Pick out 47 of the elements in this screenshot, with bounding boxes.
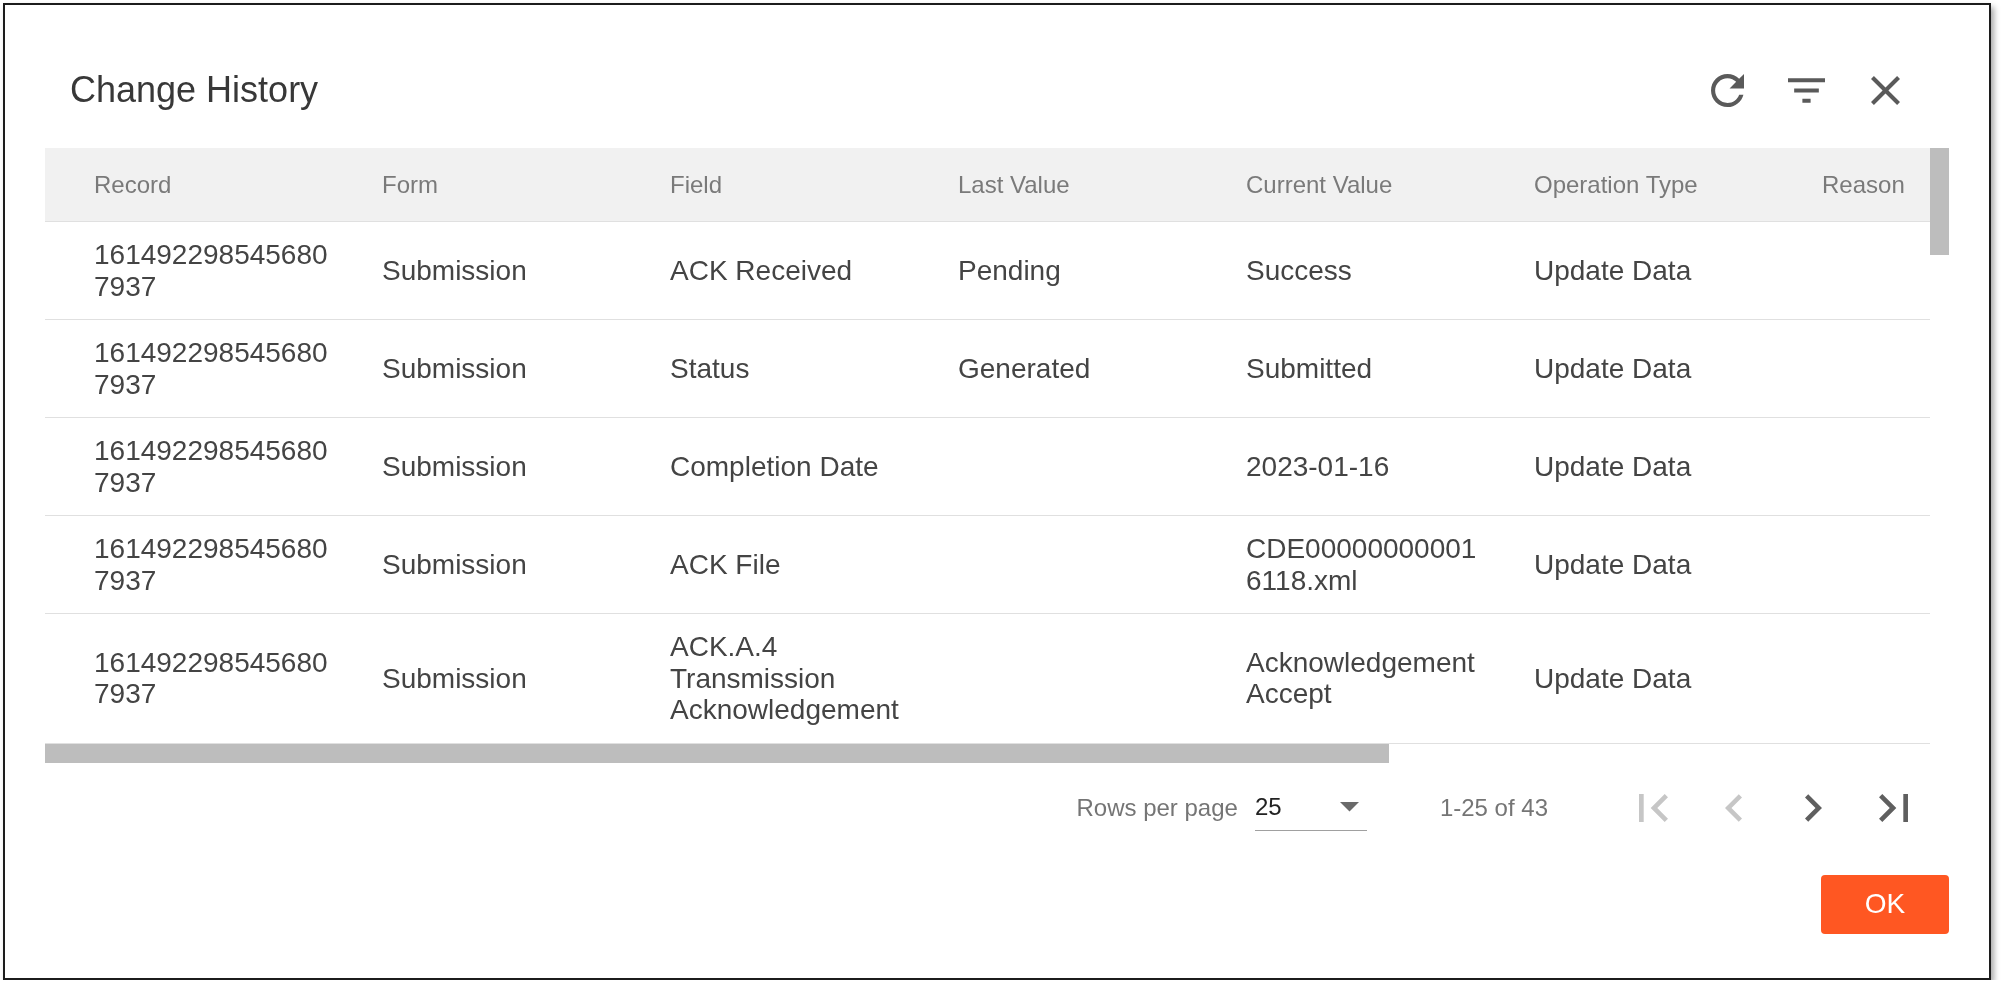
table-cell-text: Completion Date	[669, 449, 880, 484]
table-cell-text: Submission	[381, 547, 528, 582]
rows-per-page-select[interactable]: 25	[1254, 784, 1367, 831]
table-cell-text: Update Data	[1533, 253, 1693, 288]
dropdown-caret-icon	[1339, 802, 1359, 812]
refresh-icon	[1710, 73, 1744, 107]
chevron-left-icon	[1724, 793, 1742, 822]
table-cell-text: Acknowledgement Accept	[1245, 645, 1476, 712]
table-cell-text: CDE000000000016118.xml	[1245, 532, 1478, 598]
column-header: Field	[669, 169, 724, 200]
table-cell-text: 1614922985456807937	[93, 434, 329, 500]
table-cell-text: Success	[1245, 253, 1353, 288]
vertical-scrollbar-thumb[interactable]	[1930, 148, 1949, 255]
last-page-icon	[1878, 793, 1908, 822]
dialog-title: Change History	[70, 69, 319, 111]
table-cell-text: Update Data	[1533, 547, 1693, 582]
column-header: Form	[381, 169, 439, 200]
table-cell-text: Update Data	[1533, 449, 1693, 484]
table-cell-text: 1614922985456807937	[93, 645, 329, 712]
rows-per-page-label: Rows per page	[1076, 793, 1238, 822]
table-cell-text: 1614922985456807937	[93, 238, 329, 304]
table-cell-text: Submission	[381, 661, 528, 696]
column-header: Operation Type	[1533, 169, 1699, 200]
table-cell-text: Submitted	[1245, 351, 1374, 386]
table-cell-text: ACK.A.4 Transmission Acknowledgement	[669, 630, 900, 727]
table-cell-text: 1614922985456807937	[93, 336, 329, 402]
column-header: Current Value	[1245, 169, 1394, 200]
table-cell-text: Submission	[381, 253, 528, 288]
filter-icon	[1787, 77, 1825, 103]
table-cell-text: Update Data	[1533, 351, 1693, 386]
chevron-right-icon	[1804, 793, 1822, 822]
table-cell-text: Submission	[381, 351, 528, 386]
column-header: Reason	[1821, 169, 1906, 200]
page-range-label: 1-25 of 43	[1439, 793, 1548, 822]
table-cell-text: ACK File	[669, 547, 782, 582]
table-cell-text: Pending	[957, 253, 1062, 288]
first-page-icon	[1638, 793, 1668, 822]
table-cell-text: Submission	[381, 449, 528, 484]
table-cell-text: Update Data	[1533, 661, 1693, 696]
table-cell-text: ACK Received	[669, 253, 854, 288]
column-header: Record	[93, 169, 173, 200]
table-cell-text: 1614922985456807937	[93, 532, 329, 598]
column-header: Last Value	[957, 169, 1071, 200]
table-cell-text: Generated	[957, 351, 1092, 386]
table-cell-text: 2023-01-16	[1245, 449, 1391, 484]
close-icon	[1870, 75, 1900, 105]
table-cell-text: Status	[669, 351, 751, 386]
